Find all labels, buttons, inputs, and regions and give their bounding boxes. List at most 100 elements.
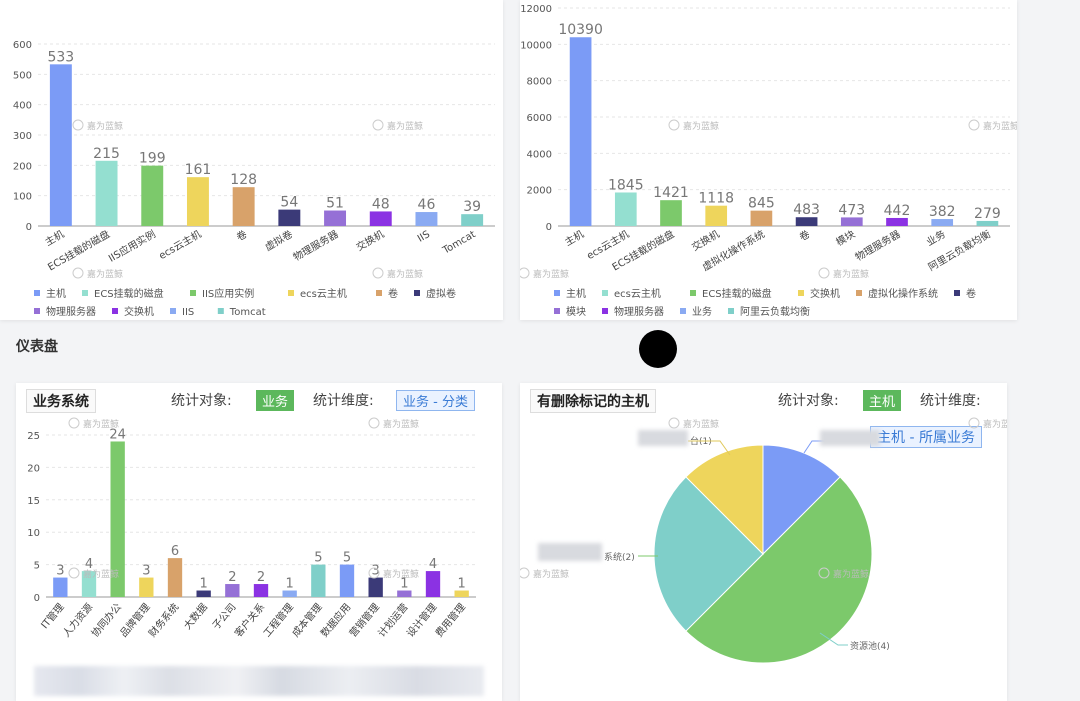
watermark-text: 嘉为蓝鲸: [87, 120, 123, 132]
legend-swatch: [680, 308, 686, 314]
bar: [369, 211, 392, 226]
y-tick-label: 20: [27, 463, 40, 474]
blurred-label-top-right: [820, 430, 880, 446]
bar: [840, 217, 863, 226]
bar: [461, 214, 484, 226]
legend-swatch: [602, 290, 608, 296]
cursor-dot: [639, 330, 677, 368]
top-left-chart-panel: 0 100 200 300 400 500 600 533 主机 215 ECS挂载的磁盘 199 II…: [0, 0, 503, 320]
bar-value-label: 3: [56, 564, 64, 579]
legend-swatch: [602, 308, 608, 314]
bar-value-label: 128: [230, 172, 257, 188]
y-tick-label: 10000: [520, 40, 552, 51]
legend-label: 虚拟卷: [426, 287, 456, 300]
bar-value-label: 533: [47, 49, 74, 65]
y-tick-label: 200: [13, 161, 32, 172]
legend-swatch: [690, 290, 696, 296]
legend-label: 阿里云负载均衡: [740, 305, 810, 318]
legend-label: 物理服务器: [614, 305, 664, 318]
bar-value-label: 1845: [608, 177, 644, 193]
category-label: 子公司: [210, 601, 238, 632]
y-tick-label: 2000: [527, 186, 552, 197]
bar: [95, 160, 118, 226]
legend-label: 交换机: [810, 287, 840, 300]
legend-label: 卷: [966, 287, 976, 300]
category-label: ecs云主机: [156, 227, 203, 262]
y-tick-label: 500: [13, 70, 32, 81]
watermark-logo: [372, 267, 384, 279]
bar-value-label: 3: [142, 564, 150, 579]
bar-value-label: 473: [838, 202, 865, 218]
watermark-text: 嘉为蓝鲸: [533, 568, 569, 580]
category-label: 交换机: [354, 227, 386, 253]
bar-value-label: 2: [257, 570, 265, 585]
watermark-logo: [520, 267, 530, 279]
bar-value-label: 2: [228, 570, 236, 585]
y-tick-label: 600: [13, 40, 32, 51]
bar: [660, 200, 682, 226]
watermark-logo: [668, 119, 680, 131]
bar-value-label: 51: [326, 196, 344, 212]
bar-value-label: 483: [793, 202, 820, 218]
bar-value-label: 1: [200, 577, 208, 592]
bar: [795, 217, 818, 226]
pie-label: 资源池(4): [850, 640, 890, 652]
bar-value-label: 1118: [698, 191, 734, 207]
legend-swatch: [376, 290, 382, 296]
bar: [278, 209, 301, 226]
bar: [368, 577, 383, 597]
y-tick-label: 8000: [527, 77, 552, 88]
legend-swatch: [554, 308, 560, 314]
dashboard-section-title: 仪表盘: [16, 339, 58, 355]
watermark-text: 嘉为蓝鲸: [983, 418, 1007, 430]
bar-value-label: 5: [343, 551, 351, 566]
bar: [614, 192, 637, 226]
category-label: 交换机: [689, 227, 721, 253]
deleted-hosts-pie-chart: 台(1)系统(2)资源池(4)嘉为蓝鲸嘉为蓝鲸嘉为蓝鲸嘉为蓝鲸: [520, 417, 1007, 664]
category-label: IIS应用实例: [106, 227, 158, 264]
watermark-logo: [72, 267, 84, 279]
watermark-logo: [68, 567, 80, 579]
watermark-logo: [68, 417, 80, 429]
top-right-bar-chart: 0 2000 4000 6000 8000 10000 12000 10390 主机 1845 ec…: [520, 4, 1017, 318]
watermark-logo: [520, 567, 530, 579]
bar: [311, 564, 326, 597]
category-label: 模块: [834, 228, 857, 248]
category-label: 物理服务器: [291, 227, 341, 263]
category-label: 物理服务器: [853, 227, 903, 263]
category-label: 卷: [797, 227, 812, 243]
category-label: 虚拟卷: [262, 227, 294, 253]
category-label: 业务: [924, 227, 948, 248]
y-tick-label: 4000: [527, 149, 552, 160]
bar-value-label: 10390: [558, 22, 603, 38]
legend-swatch: [414, 290, 420, 296]
bar-value-label: 39: [463, 199, 481, 215]
y-tick-label: 12000: [520, 4, 552, 15]
y-tick-label: 400: [13, 101, 32, 112]
blurred-label-left: [538, 543, 602, 561]
category-label: Tomcat: [440, 229, 477, 257]
watermark-logo: [968, 119, 980, 131]
y-tick-label: 0: [34, 593, 40, 604]
bar-value-label: 1421: [653, 185, 689, 201]
bar: [186, 177, 209, 226]
bar: [232, 187, 255, 226]
deleted-hosts-card: 有删除标记的主机 统计对象: 主机 统计维度: 主机 - 所属业务 台(1) 系统…: [520, 383, 1007, 701]
watermark-text: 嘉为蓝鲸: [83, 568, 119, 580]
bar-value-label: 4: [429, 557, 437, 572]
category-label: IIS: [416, 229, 432, 245]
bar-value-label: 382: [929, 204, 956, 220]
bar: [324, 210, 347, 226]
watermark-text: 嘉为蓝鲸: [683, 418, 719, 430]
bar: [225, 584, 240, 597]
bar: [141, 165, 164, 226]
bar: [139, 577, 154, 597]
bar: [167, 558, 183, 597]
bar: [931, 219, 954, 226]
legend-swatch: [288, 290, 294, 296]
bar: [886, 217, 908, 226]
legend-label: ecs云主机: [300, 287, 347, 300]
bar: [569, 37, 592, 226]
legend-label: 交换机: [124, 305, 154, 318]
legend-label: 主机: [46, 287, 66, 300]
